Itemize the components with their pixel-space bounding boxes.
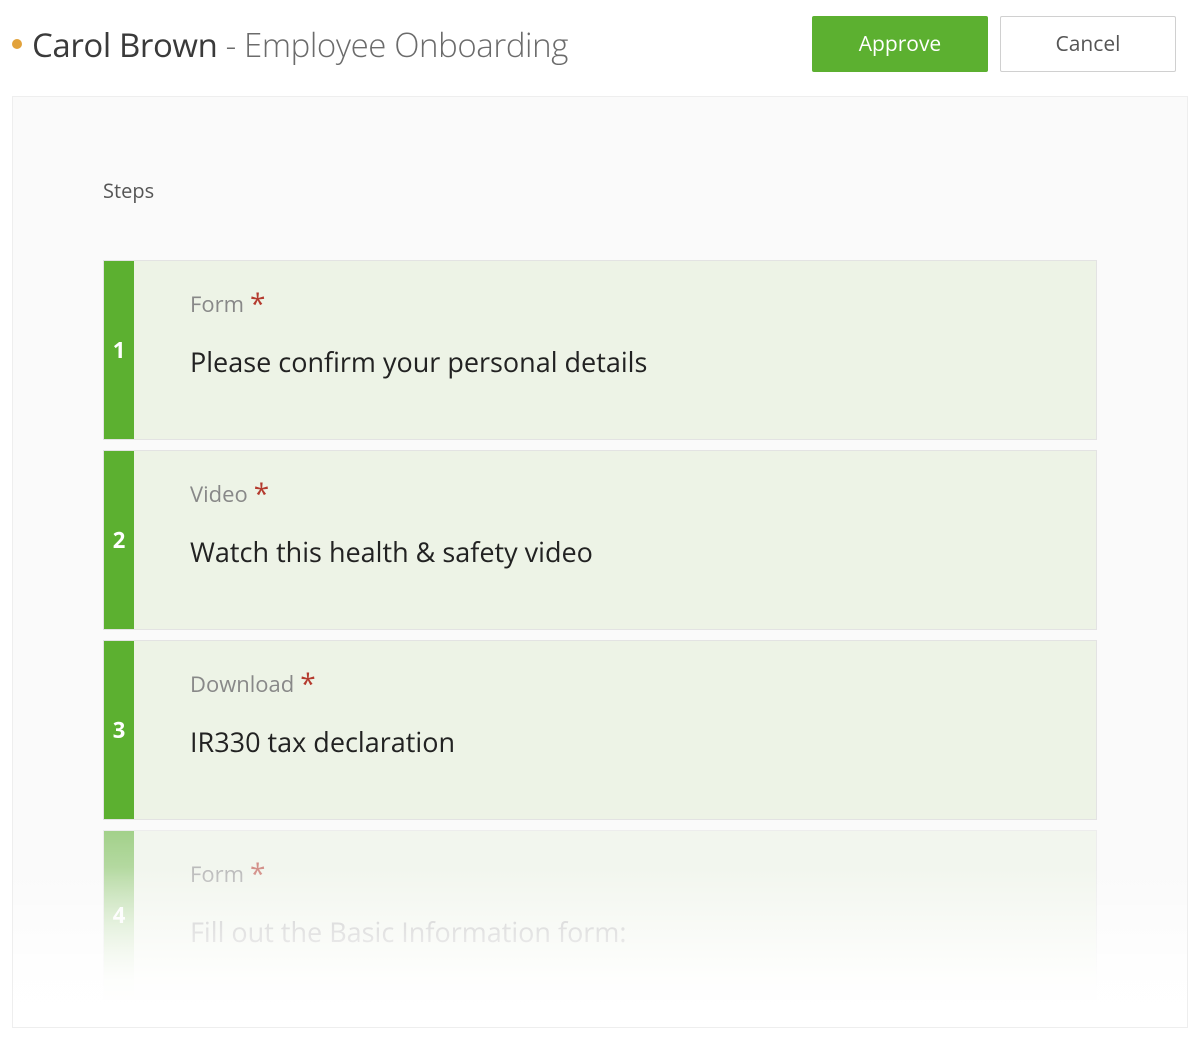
step-body: Form * Please confirm your personal deta… [134, 261, 1096, 439]
step-description: Please confirm your personal details [190, 343, 1040, 380]
steps-panel: Steps 1 Form * Please confirm your perso… [12, 96, 1188, 1028]
title-wrap: Carol Brown - Employee Onboarding [12, 22, 568, 67]
required-asterisk-icon: * [254, 487, 269, 501]
step-type: Form * [190, 289, 265, 319]
step-description: Watch this health & safety video [190, 533, 1040, 570]
page-header: Carol Brown - Employee Onboarding Approv… [0, 0, 1200, 96]
section-label: Steps [103, 177, 1097, 204]
step-number: 2 [104, 451, 134, 629]
step-type-label: Form [190, 289, 244, 319]
step-type-label: Download [190, 669, 294, 699]
step-row[interactable]: 4 Form * Fill out the Basic Information … [103, 830, 1097, 1000]
step-type: Video * [190, 479, 269, 509]
approve-button[interactable]: Approve [812, 16, 988, 72]
step-type-label: Form [190, 859, 244, 889]
step-number: 1 [104, 261, 134, 439]
status-bullet-icon [12, 39, 22, 49]
required-asterisk-icon: * [300, 677, 315, 691]
step-number: 4 [104, 831, 134, 999]
step-body: Video * Watch this health & safety video [134, 451, 1096, 629]
required-asterisk-icon: * [250, 867, 265, 881]
header-actions: Approve Cancel [812, 16, 1176, 72]
step-type: Download * [190, 669, 316, 699]
step-row[interactable]: 1 Form * Please confirm your personal de… [103, 260, 1097, 440]
step-number: 3 [104, 641, 134, 819]
step-body: Form * Fill out the Basic Information fo… [134, 831, 1096, 999]
step-type-label: Video [190, 479, 248, 509]
page-title: Carol Brown - Employee Onboarding [32, 22, 568, 67]
step-description: IR330 tax declaration [190, 723, 1040, 760]
employee-name: Carol Brown [32, 22, 217, 67]
required-asterisk-icon: * [250, 297, 265, 311]
cancel-button[interactable]: Cancel [1000, 16, 1176, 72]
title-suffix: - Employee Onboarding [217, 22, 568, 67]
step-row[interactable]: 3 Download * IR330 tax declaration [103, 640, 1097, 820]
step-row[interactable]: 2 Video * Watch this health & safety vid… [103, 450, 1097, 630]
step-description: Fill out the Basic Information form: [190, 913, 1040, 950]
step-type: Form * [190, 859, 265, 889]
step-body: Download * IR330 tax declaration [134, 641, 1096, 819]
